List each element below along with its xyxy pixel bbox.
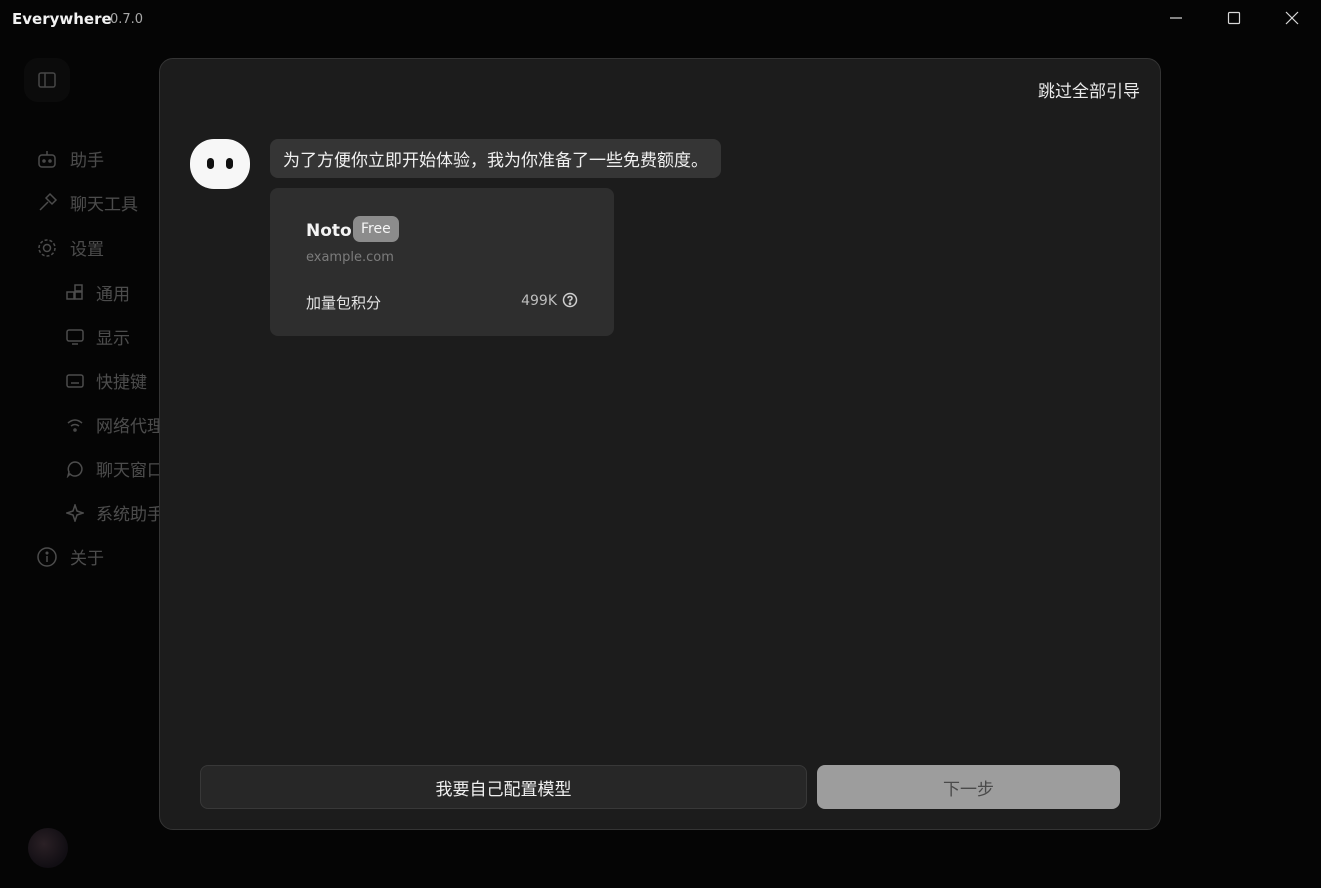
sidebar-item-label: 助手 [70, 151, 104, 171]
sidebar-item-system-assistant[interactable]: 系统助手 [66, 500, 164, 525]
sidebar-toggle-icon [38, 72, 56, 88]
sidebar-item-label: 通用 [96, 285, 130, 305]
user-avatar[interactable] [28, 828, 68, 868]
sidebar-toggle-button[interactable] [24, 58, 70, 102]
sidebar: 助手 聊天工具 设置 通用 显示 快捷键 网络代理 聊天窗口 系统助手 关于 [0, 38, 170, 888]
assistant-eye [226, 158, 233, 169]
chat-icon [66, 460, 83, 478]
sidebar-item-label: 设置 [70, 240, 104, 260]
free-quota-card: Noto Free example.com 加量包积分 499K [270, 188, 614, 336]
sidebar-item-settings[interactable]: 设置 [36, 235, 104, 260]
credit-value: 499K [521, 293, 557, 309]
assistant-message: 为了方便你立即开始体验，我为你准备了一些免费额度。 [270, 139, 721, 178]
sidebar-item-label: 网络代理 [96, 417, 164, 437]
robot-icon [38, 150, 56, 168]
sidebar-item-about[interactable]: 关于 [36, 544, 104, 569]
free-badge: Free [353, 216, 399, 242]
apps-icon [66, 283, 83, 300]
assistant-avatar [190, 139, 250, 189]
sidebar-item-label: 聊天窗口 [96, 461, 164, 481]
next-step-button[interactable]: 下一步 [817, 765, 1120, 809]
monitor-icon [66, 328, 84, 345]
help-icon[interactable] [562, 292, 578, 308]
configure-model-button[interactable]: 我要自己配置模型 [200, 765, 807, 809]
minimize-icon [1170, 17, 1182, 19]
close-icon [1285, 11, 1299, 25]
sidebar-item-proxy[interactable]: 网络代理 [66, 412, 164, 437]
keyboard-icon [66, 373, 84, 388]
sidebar-item-general[interactable]: 通用 [66, 280, 130, 305]
provider-domain: example.com [306, 250, 394, 265]
sidebar-item-label: 显示 [96, 329, 130, 349]
sidebar-item-label: 关于 [70, 549, 104, 569]
sidebar-item-label: 聊天工具 [70, 195, 138, 215]
sidebar-item-chat-tools[interactable]: 聊天工具 [36, 190, 138, 215]
assistant-eye [207, 158, 214, 169]
sidebar-item-label: 系统助手 [96, 505, 164, 525]
sidebar-item-assistant[interactable]: 助手 [36, 146, 104, 171]
title-bar: Everywhere 0.7.0 [0, 0, 1321, 38]
sidebar-item-chat-window[interactable]: 聊天窗口 [66, 456, 164, 481]
sidebar-item-label: 快捷键 [96, 373, 147, 393]
minimize-button[interactable] [1148, 0, 1204, 36]
app-name: Everywhere [12, 10, 112, 28]
info-icon [37, 546, 57, 567]
sparkle-icon [66, 503, 84, 522]
wifi-icon [67, 418, 83, 432]
maximize-button[interactable] [1206, 0, 1262, 36]
hammer-icon [39, 192, 58, 211]
provider-name: Noto [306, 221, 352, 241]
onboarding-dialog: 跳过全部引导 为了方便你立即开始体验，我为你准备了一些免费额度。 Noto Fr… [159, 58, 1161, 830]
gear-icon [38, 238, 56, 257]
app-version: 0.7.0 [110, 12, 144, 27]
credit-label: 加量包积分 [306, 294, 382, 312]
close-button[interactable] [1264, 0, 1320, 36]
sidebar-item-display[interactable]: 显示 [66, 324, 130, 349]
sidebar-item-shortcuts[interactable]: 快捷键 [66, 368, 147, 393]
skip-all-guide-button[interactable]: 跳过全部引导 [1038, 77, 1140, 102]
maximize-icon [1227, 11, 1241, 25]
